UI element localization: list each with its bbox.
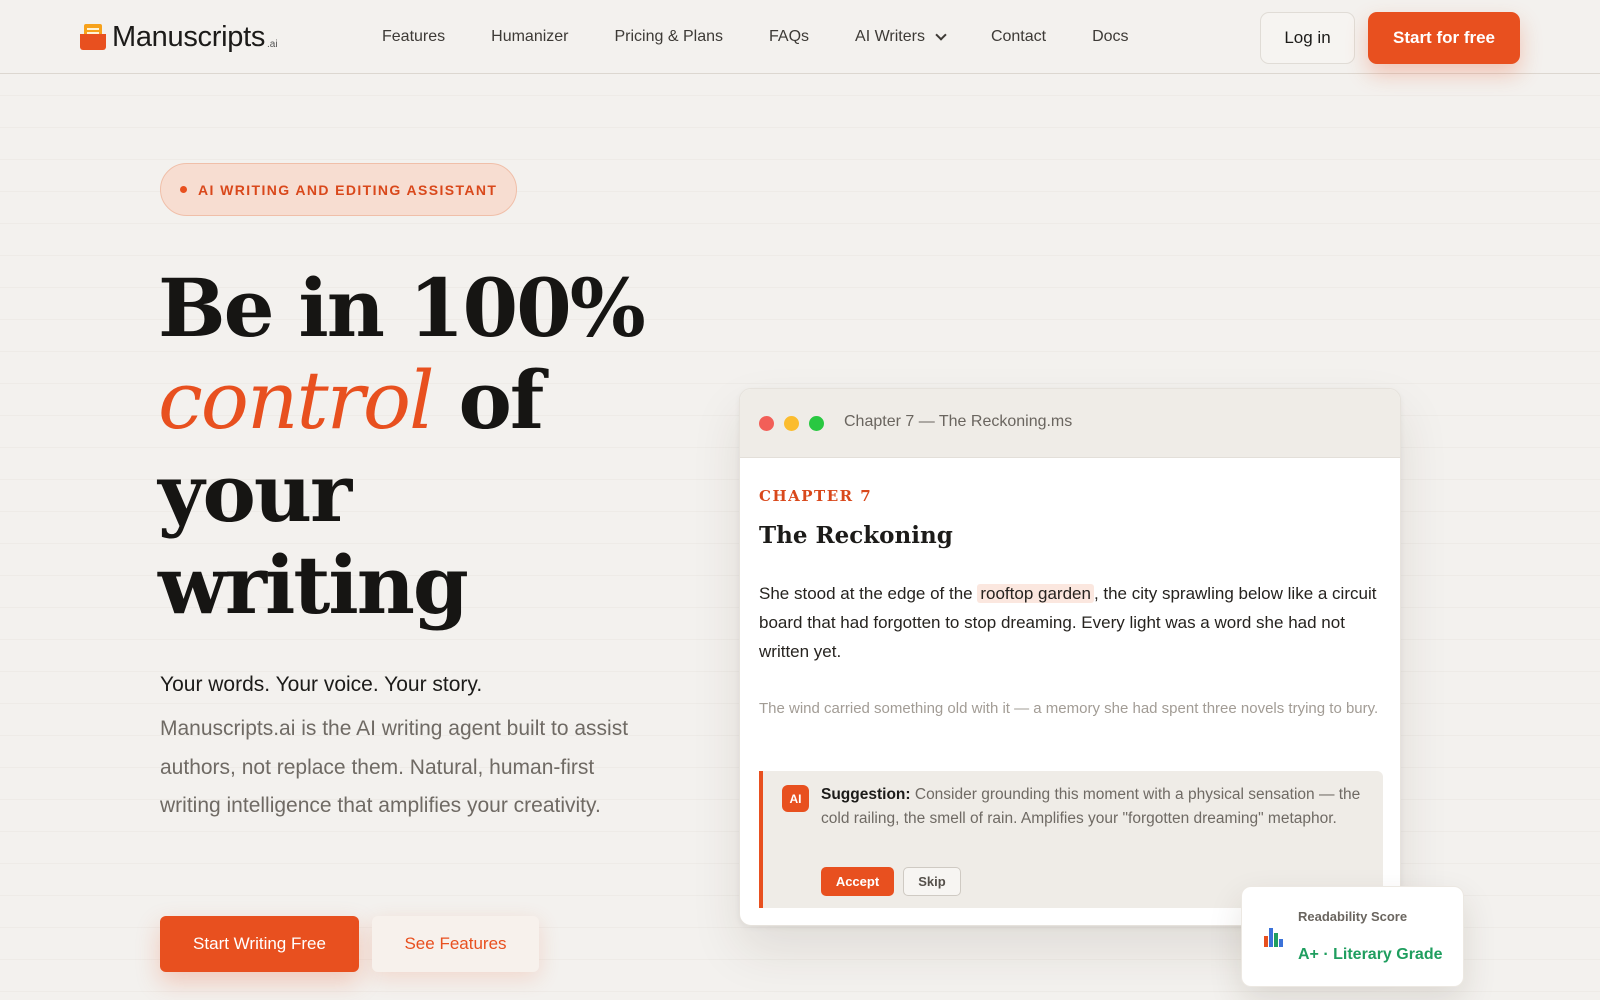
para1-text-before: She stood at the edge of the — [759, 584, 978, 603]
suggestion-text: Suggestion: Consider grounding this mome… — [821, 783, 1369, 831]
readability-label: Readability Score — [1298, 909, 1408, 924]
headline-line-2-rest: of — [432, 353, 544, 447]
chapter-title: The Reckoning — [759, 522, 953, 549]
nav-link-contact[interactable]: Contact — [991, 28, 1046, 46]
suggestion-lead: Suggestion: — [821, 786, 911, 803]
login-button[interactable]: Log in — [1260, 12, 1355, 64]
start-writing-free-button[interactable]: Start Writing Free — [160, 916, 359, 972]
brand-name: Manuscripts — [112, 21, 266, 53]
ai-badge-icon: AI — [782, 785, 809, 812]
window-maximize-dot-icon[interactable] — [809, 416, 824, 431]
top-nav: Manuscripts .ai Features Humanizer Prici… — [0, 0, 1600, 74]
accept-suggestion-button[interactable]: Accept — [821, 867, 894, 896]
nav-link-ai-writers[interactable]: AI Writers — [855, 28, 947, 46]
nav-links: Features Humanizer Pricing & Plans FAQs … — [382, 0, 1175, 74]
start-for-free-button[interactable]: Start for free — [1368, 12, 1520, 64]
highlighted-phrase[interactable]: rooftop garden — [977, 584, 1094, 603]
see-features-button[interactable]: See Features — [372, 916, 539, 972]
skip-suggestion-button[interactable]: Skip — [903, 867, 961, 896]
chevron-down-icon — [935, 28, 947, 41]
editor-paragraph-1: She stood at the edge of the rooftop gar… — [759, 579, 1389, 666]
hero-badge: AI WRITING AND EDITING ASSISTANT — [160, 163, 518, 216]
window-minimize-dot-icon[interactable] — [784, 416, 799, 431]
hero-sub-body: Manuscripts.ai is the AI writing agent b… — [160, 717, 629, 817]
window-close-dot-icon[interactable] — [759, 416, 774, 431]
nav-link-faqs[interactable]: FAQs — [769, 28, 809, 46]
nav-link-docs[interactable]: Docs — [1092, 28, 1128, 46]
dot-icon — [180, 186, 187, 193]
brand-suffix: .ai — [267, 39, 278, 50]
headline-line-1: Be in 100% — [158, 261, 646, 355]
window-title: Chapter 7 — The Reckoning.ms — [844, 413, 1073, 430]
headline-line-4: writing — [158, 538, 469, 632]
editor-paragraph-2: The wind carried something old with it —… — [759, 700, 1379, 717]
hero-sub-lead: Your words. Your voice. Your story. — [160, 673, 483, 696]
manuscript-tray-icon — [80, 24, 106, 50]
nav-link-pricing[interactable]: Pricing & Plans — [615, 28, 724, 46]
headline-accent: control — [158, 354, 435, 447]
headline-line-3: your — [158, 446, 352, 540]
readability-card: Readability Score A+ · Literary Grade — [1241, 886, 1464, 987]
hero-headline: Be in 100% control of your writing — [158, 262, 678, 631]
readability-grade: A+ · Literary Grade — [1298, 946, 1443, 963]
editor-window: Chapter 7 — The Reckoning.ms CHAPTER 7 T… — [739, 388, 1401, 926]
bar-chart-icon — [1264, 927, 1284, 947]
hero-badge-label: AI WRITING AND EDITING ASSISTANT — [198, 181, 498, 198]
chapter-label: CHAPTER 7 — [759, 487, 873, 505]
nav-link-features[interactable]: Features — [382, 28, 445, 46]
nav-link-ai-writers-label: AI Writers — [855, 28, 925, 45]
brand-logo[interactable]: Manuscripts .ai — [80, 20, 278, 54]
nav-link-humanizer[interactable]: Humanizer — [491, 28, 568, 46]
window-title-bar: Chapter 7 — The Reckoning.ms — [740, 389, 1400, 458]
